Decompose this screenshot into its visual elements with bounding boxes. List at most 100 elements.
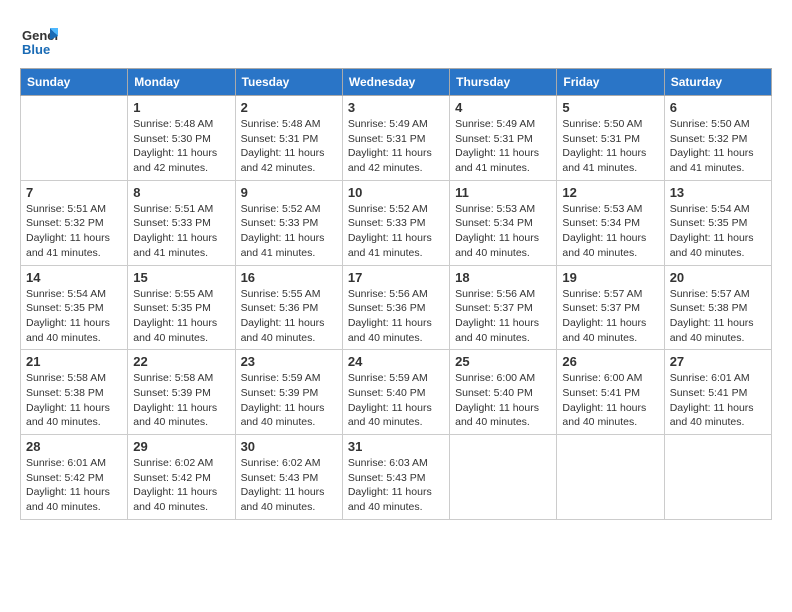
day-number: 27 [670,354,766,369]
calendar-cell: 11 Sunrise: 5:53 AM Sunset: 5:34 PM Dayli… [450,180,557,265]
calendar-cell: 1 Sunrise: 5:48 AM Sunset: 5:30 PM Daylig… [128,96,235,181]
calendar-cell: 19 Sunrise: 5:57 AM Sunset: 5:37 PM Dayli… [557,265,664,350]
day-number: 3 [348,100,444,115]
calendar-cell: 24 Sunrise: 5:59 AM Sunset: 5:40 PM Dayli… [342,350,449,435]
day-info: Sunrise: 5:54 AM Sunset: 5:35 PM Dayligh… [670,202,766,261]
calendar-cell [557,435,664,520]
day-info: Sunrise: 5:55 AM Sunset: 5:35 PM Dayligh… [133,287,229,346]
day-number: 26 [562,354,658,369]
day-info: Sunrise: 6:01 AM Sunset: 5:42 PM Dayligh… [26,456,122,515]
day-of-week-header: Monday [128,69,235,96]
day-number: 14 [26,270,122,285]
day-number: 21 [26,354,122,369]
calendar-cell: 8 Sunrise: 5:51 AM Sunset: 5:33 PM Daylig… [128,180,235,265]
day-info: Sunrise: 6:02 AM Sunset: 5:43 PM Dayligh… [241,456,337,515]
calendar-cell: 2 Sunrise: 5:48 AM Sunset: 5:31 PM Daylig… [235,96,342,181]
calendar-cell: 18 Sunrise: 5:56 AM Sunset: 5:37 PM Dayli… [450,265,557,350]
day-of-week-header: Friday [557,69,664,96]
day-of-week-header: Sunday [21,69,128,96]
day-number: 18 [455,270,551,285]
calendar-cell: 17 Sunrise: 5:56 AM Sunset: 5:36 PM Dayli… [342,265,449,350]
calendar-cell: 23 Sunrise: 5:59 AM Sunset: 5:39 PM Dayli… [235,350,342,435]
day-info: Sunrise: 5:52 AM Sunset: 5:33 PM Dayligh… [348,202,444,261]
day-number: 16 [241,270,337,285]
day-of-week-header: Thursday [450,69,557,96]
calendar-cell: 9 Sunrise: 5:52 AM Sunset: 5:33 PM Daylig… [235,180,342,265]
day-of-week-header: Wednesday [342,69,449,96]
day-number: 29 [133,439,229,454]
calendar-cell: 25Sunrise: 6:00 AM Sunset: 5:40 PM Dayli… [450,350,557,435]
day-info: Sunrise: 5:51 AM Sunset: 5:33 PM Dayligh… [133,202,229,261]
calendar-week-row: 7 Sunrise: 5:51 AM Sunset: 5:32 PM Daylig… [21,180,772,265]
day-number: 13 [670,185,766,200]
calendar-cell: 27 Sunrise: 6:01 AM Sunset: 5:41 PM Dayli… [664,350,771,435]
calendar-cell: 5 Sunrise: 5:50 AM Sunset: 5:31 PM Daylig… [557,96,664,181]
day-info: Sunrise: 5:57 AM Sunset: 5:38 PM Dayligh… [670,287,766,346]
calendar-cell: 15 Sunrise: 5:55 AM Sunset: 5:35 PM Dayli… [128,265,235,350]
day-info: Sunrise: 5:52 AM Sunset: 5:33 PM Dayligh… [241,202,337,261]
day-number: 23 [241,354,337,369]
day-info: Sunrise: 5:55 AM Sunset: 5:36 PM Dayligh… [241,287,337,346]
day-info: Sunrise: 5:49 AM Sunset: 5:31 PM Dayligh… [455,117,551,176]
day-number: 4 [455,100,551,115]
day-info: Sunrise: 5:56 AM Sunset: 5:36 PM Dayligh… [348,287,444,346]
calendar-cell: 21Sunrise: 5:58 AM Sunset: 5:38 PM Dayli… [21,350,128,435]
calendar-cell: 13 Sunrise: 5:54 AM Sunset: 5:35 PM Dayli… [664,180,771,265]
day-number: 11 [455,185,551,200]
day-info: Sunrise: 5:59 AM Sunset: 5:39 PM Dayligh… [241,371,337,430]
day-info: Sunrise: 5:53 AM Sunset: 5:34 PM Dayligh… [562,202,658,261]
calendar-cell: 26 Sunrise: 6:00 AM Sunset: 5:41 PM Dayli… [557,350,664,435]
day-info: Sunrise: 6:02 AM Sunset: 5:42 PM Dayligh… [133,456,229,515]
day-number: 24 [348,354,444,369]
calendar-week-row: 14 Sunrise: 5:54 AM Sunset: 5:35 PM Dayli… [21,265,772,350]
day-number: 9 [241,185,337,200]
calendar-cell: 12Sunrise: 5:53 AM Sunset: 5:34 PM Dayli… [557,180,664,265]
calendar-cell: 10 Sunrise: 5:52 AM Sunset: 5:33 PM Dayli… [342,180,449,265]
calendar-cell: 22 Sunrise: 5:58 AM Sunset: 5:39 PM Dayli… [128,350,235,435]
day-number: 19 [562,270,658,285]
logo: General Blue [20,20,58,58]
day-number: 22 [133,354,229,369]
calendar-week-row: 28Sunrise: 6:01 AM Sunset: 5:42 PM Dayli… [21,435,772,520]
day-number: 31 [348,439,444,454]
calendar: SundayMondayTuesdayWednesdayThursdayFrid… [20,68,772,520]
day-info: Sunrise: 5:54 AM Sunset: 5:35 PM Dayligh… [26,287,122,346]
calendar-week-row: 21Sunrise: 5:58 AM Sunset: 5:38 PM Dayli… [21,350,772,435]
day-number: 2 [241,100,337,115]
calendar-cell [664,435,771,520]
day-info: Sunrise: 5:50 AM Sunset: 5:31 PM Dayligh… [562,117,658,176]
calendar-cell: 16 Sunrise: 5:55 AM Sunset: 5:36 PM Dayli… [235,265,342,350]
day-number: 30 [241,439,337,454]
day-number: 10 [348,185,444,200]
day-info: Sunrise: 5:59 AM Sunset: 5:40 PM Dayligh… [348,371,444,430]
logo-icon: General Blue [20,20,58,58]
calendar-cell: 28Sunrise: 6:01 AM Sunset: 5:42 PM Dayli… [21,435,128,520]
day-info: Sunrise: 6:03 AM Sunset: 5:43 PM Dayligh… [348,456,444,515]
day-info: Sunrise: 5:53 AM Sunset: 5:34 PM Dayligh… [455,202,551,261]
day-number: 5 [562,100,658,115]
calendar-cell: 4 Sunrise: 5:49 AM Sunset: 5:31 PM Daylig… [450,96,557,181]
day-info: Sunrise: 5:51 AM Sunset: 5:32 PM Dayligh… [26,202,122,261]
day-info: Sunrise: 5:50 AM Sunset: 5:32 PM Dayligh… [670,117,766,176]
day-number: 17 [348,270,444,285]
day-number: 1 [133,100,229,115]
day-number: 15 [133,270,229,285]
day-number: 25 [455,354,551,369]
calendar-cell: 20Sunrise: 5:57 AM Sunset: 5:38 PM Dayli… [664,265,771,350]
day-number: 8 [133,185,229,200]
calendar-cell: 31 Sunrise: 6:03 AM Sunset: 5:43 PM Dayli… [342,435,449,520]
day-of-week-header: Saturday [664,69,771,96]
calendar-week-row: 1 Sunrise: 5:48 AM Sunset: 5:30 PM Daylig… [21,96,772,181]
day-info: Sunrise: 5:56 AM Sunset: 5:37 PM Dayligh… [455,287,551,346]
day-of-week-header: Tuesday [235,69,342,96]
day-info: Sunrise: 5:48 AM Sunset: 5:30 PM Dayligh… [133,117,229,176]
day-number: 6 [670,100,766,115]
day-info: Sunrise: 6:00 AM Sunset: 5:41 PM Dayligh… [562,371,658,430]
day-info: Sunrise: 5:48 AM Sunset: 5:31 PM Dayligh… [241,117,337,176]
day-number: 7 [26,185,122,200]
day-info: Sunrise: 6:01 AM Sunset: 5:41 PM Dayligh… [670,371,766,430]
calendar-cell [21,96,128,181]
calendar-cell [450,435,557,520]
day-info: Sunrise: 5:58 AM Sunset: 5:39 PM Dayligh… [133,371,229,430]
day-info: Sunrise: 5:57 AM Sunset: 5:37 PM Dayligh… [562,287,658,346]
